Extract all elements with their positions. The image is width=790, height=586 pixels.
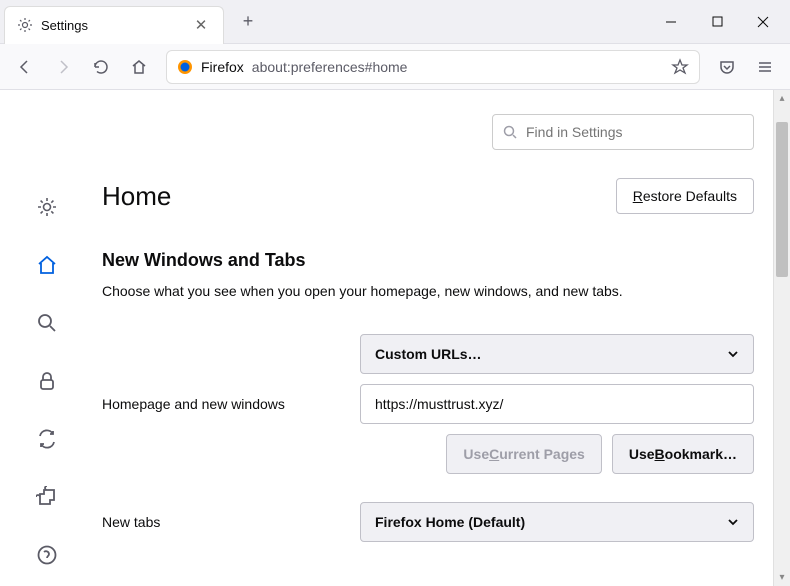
home-button[interactable] (122, 50, 156, 84)
browser-tab[interactable]: Settings ✕ (4, 6, 224, 44)
settings-search-input[interactable] (526, 124, 743, 140)
close-window-button[interactable] (740, 2, 786, 42)
section-description: Choose what you see when you open your h… (102, 281, 754, 302)
menu-button[interactable] (748, 50, 782, 84)
page-title: Home (102, 181, 171, 212)
sidebar (0, 90, 94, 586)
urlbar-url: about:preferences#home (252, 59, 663, 75)
sidebar-item-sync[interactable] (30, 422, 64, 456)
sidebar-item-search[interactable] (30, 306, 64, 340)
section-title: New Windows and Tabs (102, 250, 754, 271)
titlebar: Settings ✕ + (0, 0, 790, 44)
sidebar-item-privacy[interactable] (30, 364, 64, 398)
newtabs-value: Firefox Home (Default) (375, 514, 525, 530)
bookmark-star-icon[interactable] (671, 58, 689, 76)
homepage-mode-select[interactable]: Custom URLs… (360, 334, 754, 374)
newtabs-label: New tabs (102, 514, 340, 530)
close-tab-icon[interactable]: ✕ (191, 15, 211, 35)
use-bookmark-button[interactable]: Use Bookmark… (612, 434, 754, 474)
sidebar-item-extensions[interactable] (30, 480, 64, 514)
gear-icon (17, 17, 33, 33)
sidebar-item-home[interactable] (30, 248, 64, 282)
use-current-pages-button[interactable]: Use Current Pages (446, 434, 601, 474)
restore-defaults-button[interactable]: Restore Defaults (616, 178, 754, 214)
sidebar-item-help[interactable] (30, 538, 64, 572)
firefox-icon (177, 59, 193, 75)
scroll-thumb[interactable] (776, 122, 788, 277)
homepage-url-input[interactable] (360, 384, 754, 424)
settings-search[interactable] (492, 114, 754, 150)
url-bar[interactable]: Firefox about:preferences#home (166, 50, 700, 84)
homepage-mode-value: Custom URLs… (375, 346, 482, 362)
content: Home Restore Defaults New Windows and Ta… (0, 90, 790, 586)
chevron-down-icon (727, 516, 739, 528)
scroll-up-arrow[interactable]: ▴ (774, 90, 790, 107)
homepage-label: Homepage and new windows (102, 396, 340, 412)
new-tab-button[interactable]: + (232, 6, 264, 38)
newtabs-select[interactable]: Firefox Home (Default) (360, 502, 754, 542)
urlbar-label: Firefox (201, 59, 244, 75)
reload-button[interactable] (84, 50, 118, 84)
search-icon (503, 125, 518, 140)
scrollbar[interactable]: ▴ ▾ (773, 90, 790, 586)
sidebar-item-general[interactable] (30, 190, 64, 224)
tab-title: Settings (41, 18, 183, 33)
forward-button[interactable] (46, 50, 80, 84)
scroll-down-arrow[interactable]: ▾ (774, 569, 790, 586)
pocket-button[interactable] (710, 50, 744, 84)
chevron-down-icon (727, 348, 739, 360)
main-panel: Home Restore Defaults New Windows and Ta… (94, 90, 790, 586)
maximize-button[interactable] (694, 2, 740, 42)
toolbar: Firefox about:preferences#home (0, 44, 790, 90)
back-button[interactable] (8, 50, 42, 84)
minimize-button[interactable] (648, 2, 694, 42)
